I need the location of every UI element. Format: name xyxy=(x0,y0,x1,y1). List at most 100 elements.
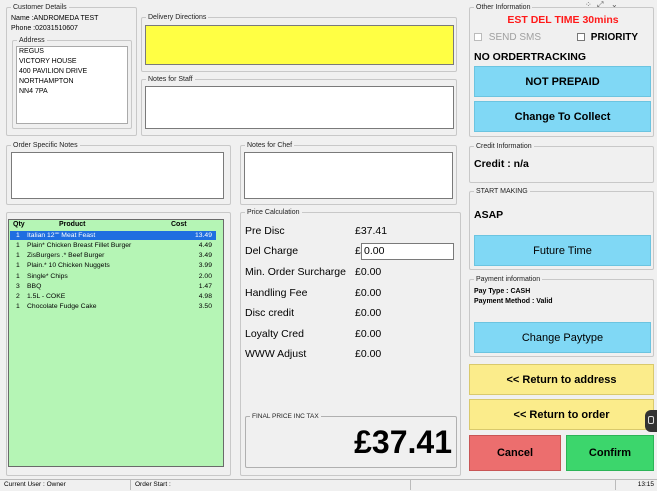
side-handle[interactable] xyxy=(645,410,657,432)
price-label-disc-credit: Disc credit xyxy=(245,307,295,319)
address-line: VICTORY HOUSE xyxy=(19,58,77,65)
payment-info-legend: Payment information xyxy=(476,276,541,283)
order-row-cost: 3.99 xyxy=(198,262,212,269)
change-to-collect-button[interactable]: Change To Collect xyxy=(474,101,651,132)
order-tracking-status: NO ORDERTRACKING xyxy=(474,51,586,63)
address-box[interactable]: REGUS VICTORY HOUSE 400 PAVILION DRIVE N… xyxy=(16,46,128,124)
notes-staff-legend: Notes for Staff xyxy=(148,76,193,83)
price-label-del-charge: Del Charge xyxy=(245,245,299,257)
delivery-directions-legend: Delivery Directions xyxy=(148,14,207,21)
start-making-legend: START MAKING xyxy=(476,188,528,195)
order-header-cost: Cost xyxy=(171,221,187,228)
price-label-www-adjust: WWW Adjust xyxy=(245,348,307,360)
order-row-product: BBQ xyxy=(27,283,42,290)
address-line: NORTHAMPTON xyxy=(19,78,74,85)
customer-details-legend: Customer Details xyxy=(13,4,67,11)
order-row-product: Single* Chips xyxy=(27,273,68,280)
order-row-qty: 1 xyxy=(16,252,20,259)
order-row-product: ZisBurgers .* Beef Burger xyxy=(27,252,105,259)
order-row[interactable]: 1 Italian 12"" Meat Feast 13.49 xyxy=(10,231,216,240)
order-notes-legend: Order Specific Notes xyxy=(13,142,78,149)
order-row-product: Italian 12"" Meat Feast xyxy=(27,232,96,239)
price-value-handling-fee: £0.00 xyxy=(355,287,382,299)
not-prepaid-button[interactable]: NOT PREPAID xyxy=(474,66,651,97)
order-row-cost: 2.00 xyxy=(198,273,212,280)
future-time-button[interactable]: Future Time xyxy=(474,235,651,266)
change-paytype-button[interactable]: Change Paytype xyxy=(474,322,651,353)
order-row-product: Plain.* 10 Chicken Nuggets xyxy=(27,262,110,269)
price-value-loyalty: £0.00 xyxy=(355,328,382,340)
order-row-product: Plain* Chicken Breast Fillet Burger xyxy=(27,242,132,249)
order-row-cost: 1.47 xyxy=(198,283,212,290)
price-label-loyalty: Loyalty Cred xyxy=(245,328,304,340)
status-current-user: Current User : Owner xyxy=(0,480,131,490)
send-sms-label: SEND SMS xyxy=(488,32,542,43)
send-sms-checkbox[interactable]: SEND SMS xyxy=(474,32,541,44)
order-row[interactable]: 1 Plain* Chicken Breast Fillet Burger 4.… xyxy=(10,241,216,250)
order-row-qty: 2 xyxy=(16,293,20,300)
order-row-cost: 4.49 xyxy=(198,242,212,249)
final-price-legend: FINAL PRICE INC TAX xyxy=(252,413,319,420)
expand-icon[interactable]: ⤢ xyxy=(597,0,603,10)
price-value-del-charge: £ xyxy=(355,245,361,257)
order-header-product: Product xyxy=(59,221,86,228)
priority-checkbox[interactable]: PRIORITY xyxy=(577,32,638,44)
credit-value: Credit : n/a xyxy=(474,158,529,170)
window-controls: ⁘ ⤢ ⌄ xyxy=(583,0,623,10)
order-row[interactable]: 2 1.5L - COKE 4.98 xyxy=(10,292,216,301)
order-row-cost: 4.98 xyxy=(198,293,212,300)
other-info-legend: Other Information xyxy=(476,4,531,11)
price-label-handling-fee: Handling Fee xyxy=(245,287,308,299)
order-row[interactable]: 1 Plain.* 10 Chicken Nuggets 3.99 xyxy=(10,261,216,270)
priority-label: PRIORITY xyxy=(590,32,639,43)
address-line: 400 PAVILION DRIVE xyxy=(19,68,88,75)
del-charge-input[interactable]: 0.00 xyxy=(361,243,454,260)
notes-chef-input[interactable] xyxy=(244,152,453,199)
order-notes-input[interactable] xyxy=(11,152,224,199)
status-empty xyxy=(411,480,616,490)
chevron-down-icon[interactable]: ⌄ xyxy=(611,0,618,9)
final-price-value: £37.41 xyxy=(354,424,452,460)
order-row-cost: 13.49 xyxy=(194,232,212,239)
payment-method: Payment Method : Valid xyxy=(474,298,553,305)
order-row-qty: 1 xyxy=(16,273,20,280)
send-sms-box[interactable] xyxy=(474,33,482,42)
order-header-qty: Qty xyxy=(13,221,25,228)
status-time: 13:15 xyxy=(637,481,654,488)
price-label-min-order: Min. Order Surcharge xyxy=(245,266,346,278)
order-row-product: Chocolate Fudge Cake xyxy=(27,303,97,310)
order-row[interactable]: 1 Chocolate Fudge Cake 3.50 xyxy=(10,302,216,311)
status-order-start: Order Start : xyxy=(131,480,411,490)
order-row-qty: 3 xyxy=(16,283,20,290)
price-value-min-order: £0.00 xyxy=(355,266,382,278)
handle-icon xyxy=(648,416,654,424)
price-value-disc-credit: £0.00 xyxy=(355,307,382,319)
notes-chef-legend: Notes for Chef xyxy=(247,142,293,149)
cancel-button[interactable]: Cancel xyxy=(469,435,561,471)
return-to-address-button[interactable]: << Return to address xyxy=(469,364,654,395)
order-row-qty: 1 xyxy=(16,242,20,249)
start-making-asap: ASAP xyxy=(474,209,504,221)
customer-phone: Phone :02031510607 xyxy=(11,25,78,32)
order-row-qty: 1 xyxy=(16,303,20,310)
order-row[interactable]: 3 BBQ 1.47 xyxy=(10,282,216,291)
address-legend: Address xyxy=(19,37,45,44)
order-row-cost: 3.49 xyxy=(198,252,212,259)
customer-name: Name :ANDROMEDA TEST xyxy=(11,15,99,22)
order-row[interactable]: 1 Single* Chips 2.00 xyxy=(10,272,216,281)
return-to-order-button[interactable]: << Return to order xyxy=(469,399,654,430)
credit-info-legend: Credit Information xyxy=(476,143,532,150)
delivery-directions-input[interactable] xyxy=(145,25,454,65)
price-value-www-adjust: £0.00 xyxy=(355,348,382,360)
price-calculation-legend: Price Calculation xyxy=(247,209,300,216)
price-label-pre-disc: Pre Disc xyxy=(245,225,285,237)
notes-staff-input[interactable] xyxy=(145,86,454,129)
confirm-button[interactable]: Confirm xyxy=(566,435,654,471)
address-line: REGUS xyxy=(19,48,44,55)
order-row[interactable]: 1 ZisBurgers .* Beef Burger 3.49 xyxy=(10,251,216,260)
order-row-qty: 1 xyxy=(16,262,20,269)
grid-icon[interactable]: ⁘ xyxy=(585,0,592,9)
priority-box[interactable] xyxy=(577,33,585,42)
price-value-pre-disc: £37.41 xyxy=(355,225,388,237)
order-row-product: 1.5L - COKE xyxy=(27,293,66,300)
